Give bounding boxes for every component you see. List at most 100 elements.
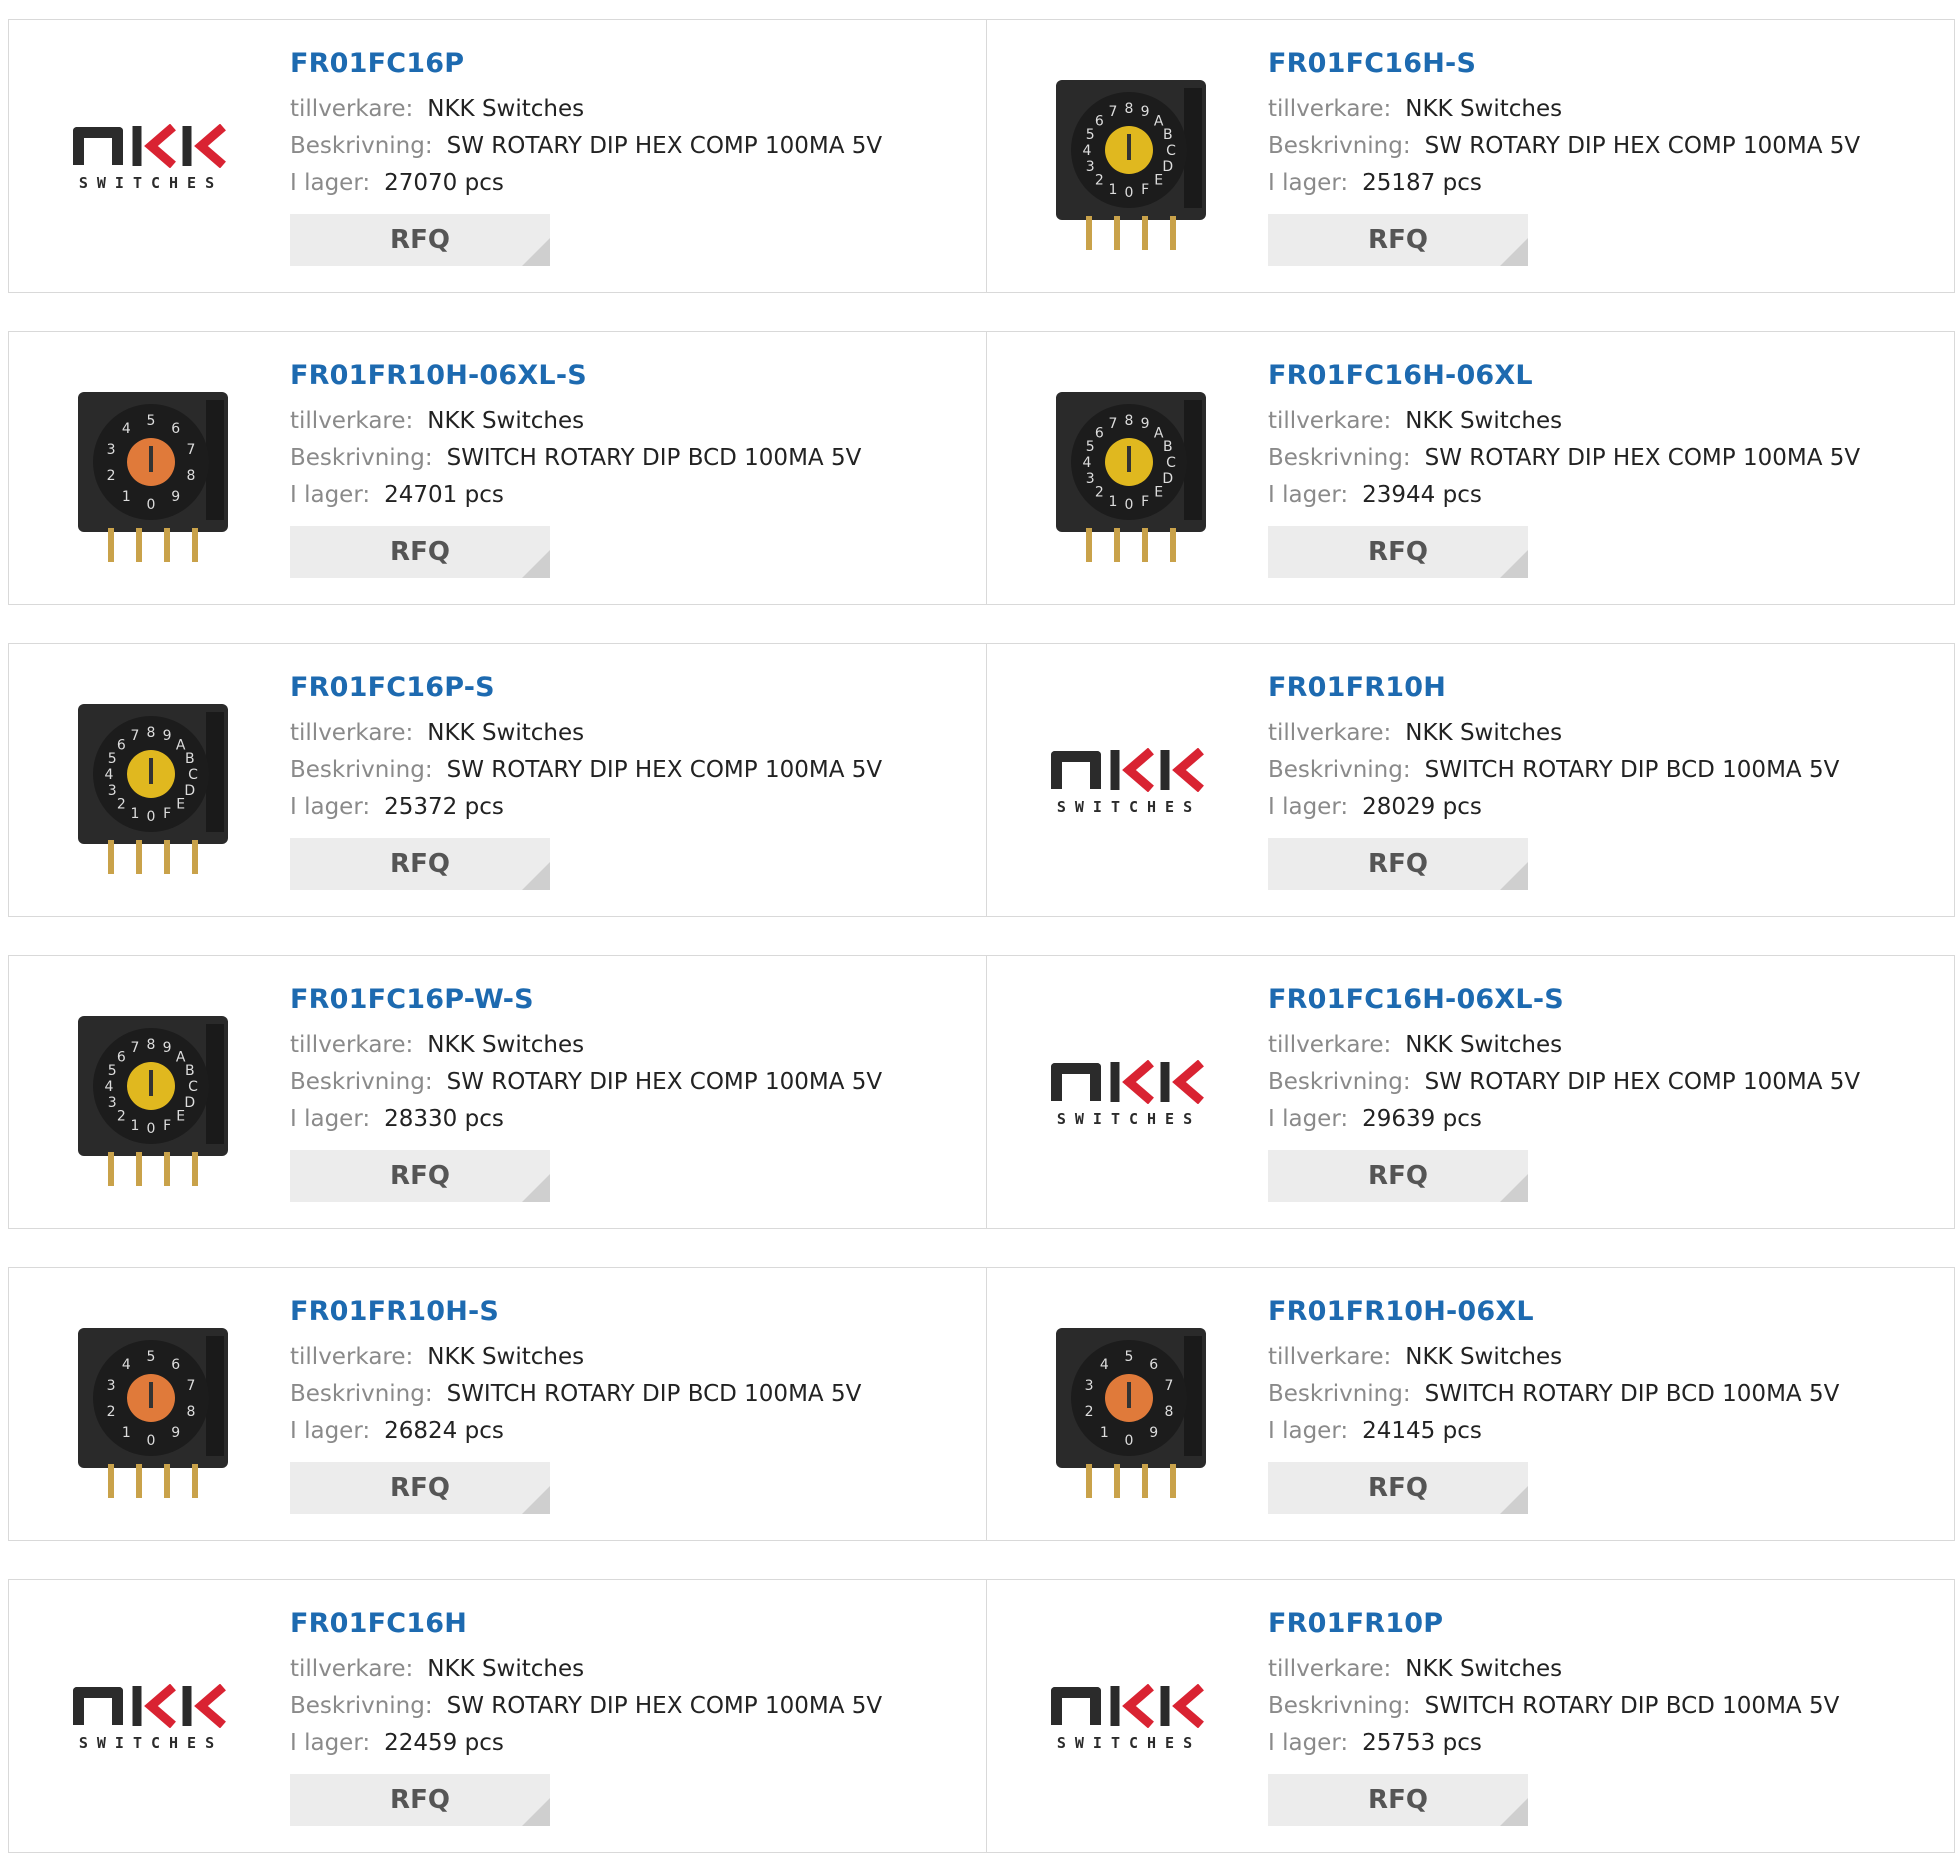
rfq-button[interactable]: RFQ <box>290 838 550 890</box>
manufacturer-label: tillverkare: <box>290 1032 414 1058</box>
product-image[interactable]: nKK SWITCHES <box>47 1614 255 1822</box>
product-info: FR01FR10H-06XL-S tillverkare: NKK Switches… <box>290 360 861 578</box>
svg-text:0: 0 <box>147 1433 156 1449</box>
svg-text:2: 2 <box>1085 1404 1094 1420</box>
svg-text:6: 6 <box>171 421 180 437</box>
rfq-button[interactable]: RFQ <box>1268 1774 1528 1826</box>
product-image[interactable]: 012 34567 89 <box>47 366 255 574</box>
stock-label: I lager: <box>1268 170 1349 196</box>
product-row: 0 1 2 3 4 5 6 7 8 9 A B C D E F FR01FC16P-W-S tillverkare… <box>8 955 1955 1229</box>
product-title-link[interactable]: FR01FR10H-S <box>290 1296 861 1327</box>
manufacturer-value: NKK Switches <box>427 96 585 122</box>
svg-text:4: 4 <box>105 767 114 783</box>
nkk-logo: nKK SWITCHES <box>1051 1060 1207 1128</box>
rfq-button[interactable]: RFQ <box>290 1150 550 1202</box>
svg-text:8: 8 <box>186 468 195 484</box>
nkk-logo-mark: nKK <box>73 1684 229 1728</box>
svg-text:C: C <box>188 1079 198 1095</box>
product-image[interactable]: 0123456789ABCDEF <box>47 990 255 1198</box>
product-card: nKK SWITCHES FR01FR10H tillverkare: NKK Swit… <box>986 644 1954 916</box>
stock-value: 24701 pcs <box>384 482 504 508</box>
product-image[interactable]: nKK SWITCHES <box>1025 678 1233 886</box>
svg-text:7: 7 <box>130 1040 139 1056</box>
rfq-button[interactable]: RFQ <box>290 214 550 266</box>
product-title-link[interactable]: FR01FR10H <box>1268 672 1839 703</box>
manufacturer-row: tillverkare: NKK Switches <box>1268 1027 1860 1064</box>
product-card: nKK SWITCHES FR01FC16H-06XL-S tillverkare: N… <box>986 956 1954 1228</box>
product-image[interactable]: nKK SWITCHES <box>1025 1614 1233 1822</box>
product-image[interactable]: 0123456789ABCDEF <box>1025 366 1233 574</box>
stock-row: I lager: 25187 pcs <box>1268 165 1860 202</box>
product-title-link[interactable]: FR01FC16H-06XL <box>1268 360 1860 391</box>
stock-value: 29639 pcs <box>1362 1106 1482 1132</box>
stock-value: 25187 pcs <box>1362 170 1482 196</box>
product-image[interactable]: nKK SWITCHES <box>47 54 255 262</box>
product-card: 0 1 2 3 4 5 6 7 8 9 A B C D E F FR01FC16H-S tillverkare: N… <box>986 20 1954 292</box>
manufacturer-row: tillverkare: NKK Switches <box>290 403 861 440</box>
product-image[interactable]: nKK SWITCHES <box>1025 990 1233 1198</box>
stock-row: I lager: 25753 pcs <box>1268 1725 1839 1762</box>
description-row: Beskrivning: SW ROTARY DIP HEX COMP 100MA… <box>290 1688 882 1725</box>
product-image[interactable]: 012 34567 89 <box>1025 1302 1233 1510</box>
product-card: nKK SWITCHES FR01FC16H tillverkare: NKK Swit… <box>9 1580 986 1852</box>
product-title-link[interactable]: FR01FC16P <box>290 48 882 79</box>
product-title-link[interactable]: FR01FC16P-S <box>290 672 882 703</box>
nkk-logo: nKK SWITCHES <box>1051 1684 1207 1752</box>
svg-text:8: 8 <box>1164 1404 1173 1420</box>
description-value: SWITCH ROTARY DIP BCD 100MA 5V <box>446 445 862 471</box>
manufacturer-label: tillverkare: <box>1268 720 1392 746</box>
svg-text:0: 0 <box>147 497 156 513</box>
product-image[interactable]: 0123456789ABCDEF <box>47 678 255 886</box>
stock-label: I lager: <box>290 482 371 508</box>
svg-text:6: 6 <box>1149 1357 1158 1373</box>
svg-text:4: 4 <box>105 1079 114 1095</box>
rfq-button[interactable]: RFQ <box>1268 838 1528 890</box>
svg-text:0: 0 <box>1125 497 1134 513</box>
product-title-link[interactable]: FR01FC16P-W-S <box>290 984 882 1015</box>
svg-text:1: 1 <box>122 489 131 505</box>
description-label: Beskrivning: <box>290 1381 433 1407</box>
svg-text:6: 6 <box>1095 113 1104 129</box>
nkk-logo-mark: nKK <box>1051 1684 1207 1728</box>
description-value: SW ROTARY DIP HEX COMP 100MA 5V <box>446 757 883 783</box>
nkk-logo-text: SWITCHES <box>1056 1734 1202 1752</box>
description-label: Beskrivning: <box>1268 1381 1411 1407</box>
svg-text:F: F <box>1141 494 1149 510</box>
product-title-link[interactable]: FR01FR10H-06XL-S <box>290 360 861 391</box>
product-title-link[interactable]: FR01FC16H-06XL-S <box>1268 984 1860 1015</box>
product-info: FR01FC16P-W-S tillverkare: NKK Switches Bes… <box>290 984 882 1202</box>
stock-label: I lager: <box>1268 1106 1349 1132</box>
svg-text:9: 9 <box>1149 1425 1158 1441</box>
svg-text:3: 3 <box>107 442 116 458</box>
svg-text:C: C <box>188 767 198 783</box>
stock-label: I lager: <box>290 1418 371 1444</box>
product-image[interactable]: 0123456789ABCDEF <box>1025 54 1233 262</box>
manufacturer-row: tillverkare: NKK Switches <box>1268 1651 1839 1688</box>
stock-row: I lager: 22459 pcs <box>290 1725 882 1762</box>
rfq-button[interactable]: RFQ <box>1268 1150 1528 1202</box>
rfq-button[interactable]: RFQ <box>290 1462 550 1514</box>
manufacturer-label: tillverkare: <box>1268 1344 1392 1370</box>
product-title-link[interactable]: FR01FR10H-06XL <box>1268 1296 1839 1327</box>
manufacturer-value: NKK Switches <box>427 1344 585 1370</box>
svg-text:7: 7 <box>1164 1378 1173 1394</box>
rfq-button[interactable]: RFQ <box>1268 1462 1528 1514</box>
rfq-button[interactable]: RFQ <box>1268 214 1528 266</box>
rfq-button[interactable]: RFQ <box>1268 526 1528 578</box>
product-image[interactable]: 012 34567 89 <box>47 1302 255 1510</box>
stock-label: I lager: <box>290 1730 371 1756</box>
svg-text:2: 2 <box>107 1404 116 1420</box>
nkk-logo-text: SWITCHES <box>1056 1110 1202 1128</box>
product-card: nKK SWITCHES FR01FR10P tillverkare: NKK Swit… <box>986 1580 1954 1852</box>
stock-row: I lager: 29639 pcs <box>1268 1101 1860 1138</box>
rfq-button[interactable]: RFQ <box>290 1774 550 1826</box>
product-title-link[interactable]: FR01FC16H-S <box>1268 48 1860 79</box>
stock-label: I lager: <box>1268 1730 1349 1756</box>
stock-row: I lager: 26824 pcs <box>290 1413 861 1450</box>
description-value: SW ROTARY DIP HEX COMP 100MA 5V <box>446 133 883 159</box>
product-card: 0 1 2 3 4 5 6 7 8 9 FR01FR10H-06XL-S tillverkare: NK… <box>9 332 986 604</box>
rfq-button[interactable]: RFQ <box>290 526 550 578</box>
product-title-link[interactable]: FR01FR10P <box>1268 1608 1839 1639</box>
description-value: SWITCH ROTARY DIP BCD 100MA 5V <box>1424 1693 1840 1719</box>
product-title-link[interactable]: FR01FC16H <box>290 1608 882 1639</box>
